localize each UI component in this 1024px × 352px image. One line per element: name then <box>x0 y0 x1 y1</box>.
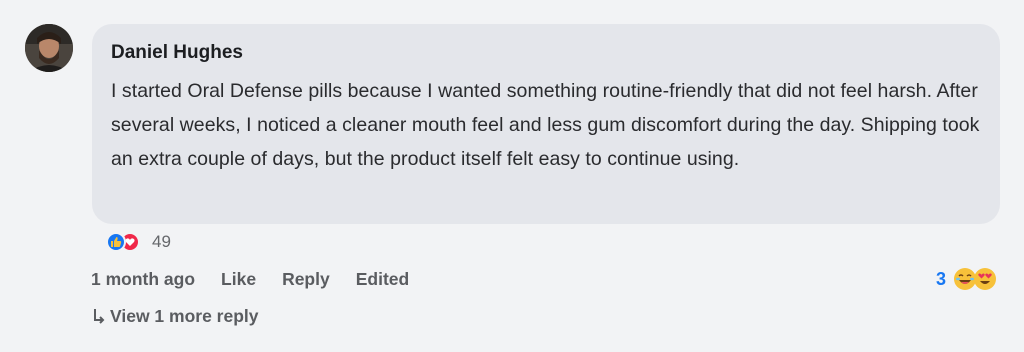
like-icon <box>106 232 126 252</box>
reply-button[interactable]: Reply <box>282 269 330 290</box>
comment-author[interactable]: Daniel Hughes <box>111 41 980 65</box>
laughing-emoji-icon <box>954 268 976 290</box>
like-button[interactable]: Like <box>221 269 256 290</box>
edited-label[interactable]: Edited <box>356 269 409 290</box>
comment-thread: Daniel Hughes I started Oral Defense pil… <box>0 0 1024 352</box>
reply-arrow-icon <box>94 309 105 324</box>
avatar[interactable] <box>25 24 73 72</box>
timestamp[interactable]: 1 month ago <box>91 269 195 290</box>
comment-text: I started Oral Defense pills because I w… <box>111 80 980 170</box>
view-more-replies-label: View 1 more reply <box>110 305 259 326</box>
comment-bubble: Daniel Hughes I started Oral Defense pil… <box>92 24 1000 224</box>
reaction-summary[interactable]: 49 <box>106 231 171 253</box>
view-more-replies-link[interactable]: View 1 more reply <box>92 303 259 329</box>
reply-reaction-count: 3 <box>935 268 946 289</box>
avatar-portrait <box>25 24 73 72</box>
reply-reaction-summary[interactable]: 3 <box>936 266 996 292</box>
reaction-count: 49 <box>152 232 171 251</box>
heart-eyes-emoji-icon <box>974 268 996 290</box>
comment-actions: 1 month ago Like Reply Edited <box>91 266 409 292</box>
